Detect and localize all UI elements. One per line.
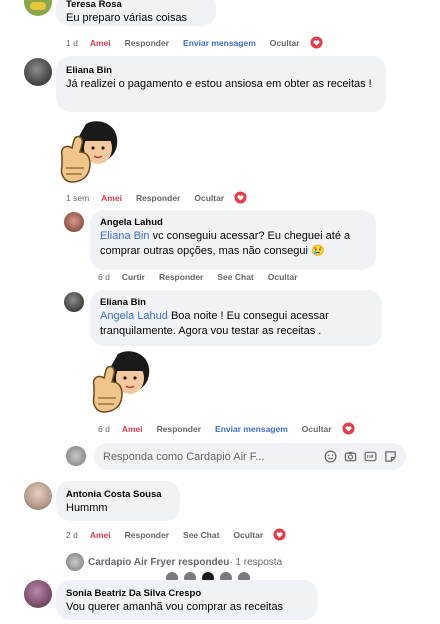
comment-bubble: Sonia Beatriz Da Silva Crespo Vou querer… [56, 580, 318, 620]
sticker-image [92, 351, 150, 413]
sticker-image [60, 121, 118, 183]
page-avatar [66, 553, 84, 571]
comment-time[interactable]: 1 sem [66, 193, 89, 203]
gif-icon[interactable] [364, 450, 377, 463]
comment-actions: 1 sem Amei Responder Ocultar [66, 191, 247, 204]
comment-actions: 6 d Amei Responder Enviar mensagem Ocult… [98, 422, 355, 435]
avatar[interactable] [24, 580, 52, 608]
avatar[interactable] [64, 212, 84, 232]
comment-text: Eu preparo várias coisas [66, 12, 188, 24]
comment-author[interactable]: Teresa Rosa [66, 0, 206, 11]
sticker-icon[interactable] [384, 450, 397, 463]
hide-button[interactable]: Ocultar [268, 272, 298, 282]
hide-button[interactable]: Ocultar [233, 530, 263, 540]
comment-bubble: Angela Lahud Eliana Bin vc conseguiu ace… [90, 210, 376, 270]
comment-author[interactable]: Eliana Bin [100, 296, 372, 309]
camera-icon[interactable] [344, 450, 357, 463]
avatar-image [30, 2, 46, 10]
hide-heart-icon[interactable] [234, 191, 247, 204]
comment-time[interactable]: 2 d [66, 530, 78, 540]
comment-bubble: Teresa Rosa Eu preparo várias coisas [56, 0, 216, 26]
reply-tools [324, 450, 397, 463]
avatar[interactable] [24, 0, 52, 16]
reply-button[interactable]: Responder [159, 272, 203, 282]
comment-bubble: Eliana Bin Angela Lahud Boa noite ! Eu c… [90, 290, 382, 346]
see-chat-button[interactable]: See Chat [217, 272, 253, 282]
reply-button[interactable]: Responder [125, 38, 169, 48]
comment-text: Hummm [66, 502, 108, 514]
hide-heart-icon[interactable] [342, 422, 355, 435]
comment-actions: 2 d Amei Responder See Chat Ocultar [66, 528, 286, 541]
react-amei-button[interactable]: Amei [122, 424, 143, 434]
comment-author[interactable]: Eliana Bin [66, 64, 376, 77]
emoji-icon[interactable] [324, 450, 337, 463]
react-amei-button[interactable]: Amei [90, 530, 111, 540]
page-avatar [66, 446, 86, 466]
comment-time[interactable]: 1 d [66, 38, 78, 48]
comment-text: Vou querer amanhã vou comprar as receita… [66, 601, 284, 613]
hide-button[interactable]: Ocultar [194, 193, 224, 203]
reply-placeholder: Responda como Cardapio Air F... [103, 450, 265, 463]
send-message-button[interactable]: Enviar mensagem [215, 424, 288, 434]
comment-text: Eliana Bin vc conseguiu acessar? Eu cheg… [100, 229, 366, 259]
view-replies-link[interactable]: Cardapio Air Fryer respondeu · 1 respost… [66, 553, 282, 571]
reply-button[interactable]: Responder [125, 530, 169, 540]
comment-time[interactable]: 6 d [98, 272, 110, 282]
hide-heart-icon[interactable] [310, 36, 323, 49]
comment-time[interactable]: 6 d [98, 424, 110, 434]
comment-author[interactable]: Angela Lahud [100, 216, 366, 229]
mention-link[interactable]: Eliana Bin [100, 230, 150, 242]
reply-input[interactable]: Responda como Cardapio Air F... [94, 443, 406, 470]
avatar[interactable] [24, 58, 52, 86]
comment-text: Já realizei o pagamento e estou ansiosa … [66, 78, 372, 90]
comment-text: Angela Lahud Boa noite ! Eu consegui ace… [100, 309, 372, 339]
send-message-button[interactable]: Enviar mensagem [183, 38, 256, 48]
comment-author[interactable]: Sonia Beatriz Da Silva Crespo [66, 587, 308, 600]
like-button[interactable]: Curtir [122, 272, 145, 282]
comment-bubble: Antonia Costa Sousa Hummm [56, 481, 180, 521]
avatar[interactable] [24, 482, 52, 510]
see-chat-button[interactable]: See Chat [183, 530, 219, 540]
avatar[interactable] [64, 292, 84, 312]
react-amei-button[interactable]: Amei [101, 193, 122, 203]
comment-bubble: Eliana Bin Já realizei o pagamento e est… [56, 56, 386, 112]
mention-link[interactable]: Angela Lahud [100, 310, 168, 322]
comment-actions: 6 d Curtir Responder See Chat Ocultar [98, 272, 312, 282]
comment-author[interactable]: Antonia Costa Sousa [66, 488, 170, 501]
reply-button[interactable]: Responder [157, 424, 201, 434]
comment-actions: 1 d Amei Responder Enviar mensagem Ocult… [66, 36, 323, 49]
reply-summary-count: · 1 resposta [229, 556, 283, 568]
hide-button[interactable]: Ocultar [302, 424, 332, 434]
react-amei-button[interactable]: Amei [90, 38, 111, 48]
reply-button[interactable]: Responder [136, 193, 180, 203]
reply-summary-author: Cardapio Air Fryer respondeu [88, 556, 230, 568]
hide-heart-icon[interactable] [273, 528, 286, 541]
hide-button[interactable]: Ocultar [270, 38, 300, 48]
